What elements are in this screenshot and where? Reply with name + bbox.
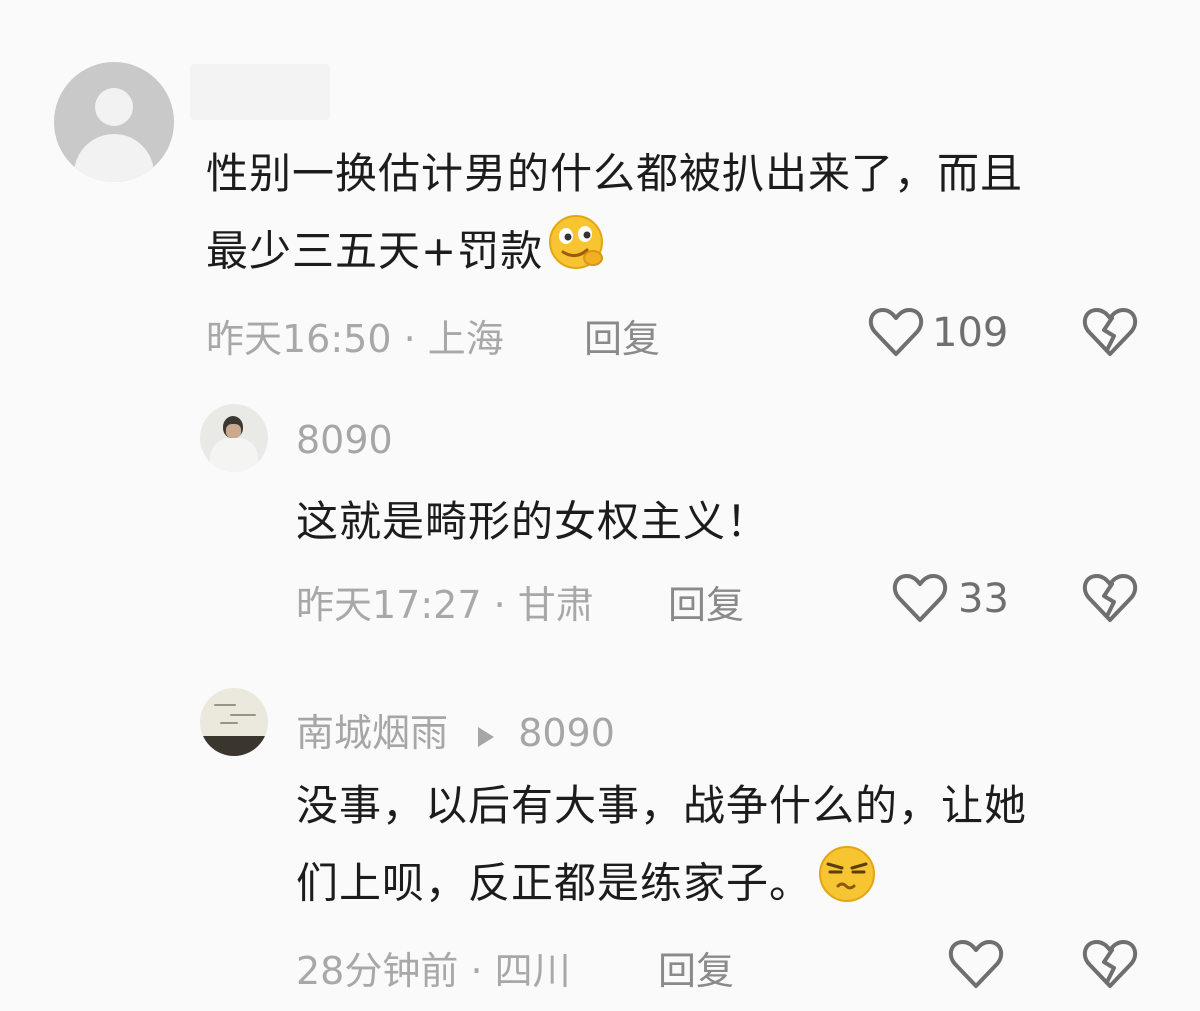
heart-outline-icon[interactable] <box>868 306 924 358</box>
broken-heart-icon[interactable] <box>1082 572 1138 624</box>
comment-line-with-emoji: 们上呗，反正都是练家子。 <box>296 844 1176 928</box>
avatar[interactable] <box>200 688 268 756</box>
comment-location: 甘肃 <box>517 583 594 627</box>
comment-location: 四川 <box>494 949 571 993</box>
play-triangle-icon <box>476 714 496 758</box>
smirk-emoji-icon <box>543 212 609 296</box>
avatar-paper-line <box>214 704 236 706</box>
comment-time: 昨天16:50 <box>206 317 392 361</box>
comment-line: 没事，以后有大事，战争什么的，让她 <box>296 781 1028 830</box>
comment-text: 没事，以后有大事，战争什么的，让她 们上呗，反正都是练家子。 <box>296 768 1176 928</box>
meta-separator: · <box>470 949 483 993</box>
heart-outline-icon[interactable] <box>892 572 948 624</box>
meta-separator: · <box>403 317 416 361</box>
comment-text: 这就是畸形的女权主义！ <box>296 497 770 546</box>
reply-button[interactable]: 回复 <box>584 308 660 363</box>
comment-line-text: 们上呗，反正都是练家子。 <box>296 858 813 908</box>
reply-header: 南城烟雨 8090 <box>296 702 615 758</box>
reply-button[interactable]: 回复 <box>658 940 734 995</box>
squint-emoji-icon <box>816 844 878 928</box>
broken-heart-icon[interactable] <box>1082 938 1138 990</box>
comment-time: 昨天17:27 <box>296 583 482 627</box>
avatar-photo-face <box>226 424 241 438</box>
reply-button[interactable]: 回复 <box>668 574 744 629</box>
comment-meta: 昨天17:27 · 甘肃 <box>296 574 594 629</box>
comment-text: 性别一换估计男的什么都被扒出来了，而且 最少三五天+罚款 <box>206 136 1166 296</box>
comment-line: 性别一换估计男的什么都被扒出来了，而且 <box>206 149 1024 198</box>
comment-line-with-emoji: 最少三五天+罚款 <box>206 212 1166 296</box>
comment-meta: 昨天16:50 · 上海 <box>206 308 504 363</box>
heart-outline-icon[interactable] <box>948 938 1004 990</box>
username[interactable]: 8090 <box>296 418 393 462</box>
comment-location: 上海 <box>427 317 504 361</box>
username[interactable]: 南城烟雨 <box>296 711 448 755</box>
avatar-shoulders-shape <box>74 134 154 182</box>
reply-to-username[interactable]: 8090 <box>518 711 615 755</box>
comment-meta: 28分钟前 · 四川 <box>296 940 571 995</box>
avatar-paper-line <box>220 722 238 724</box>
avatar-photo-body <box>210 438 258 472</box>
broken-heart-icon[interactable] <box>1082 306 1138 358</box>
avatar-paper-line <box>230 714 256 716</box>
avatar[interactable] <box>200 404 268 472</box>
avatar-head-shape <box>95 88 133 126</box>
username-placeholder <box>190 64 330 120</box>
like-count: 33 <box>958 576 1009 622</box>
avatar[interactable] <box>54 62 174 182</box>
comment-time: 28分钟前 <box>296 949 459 993</box>
like-count: 109 <box>932 310 1009 356</box>
comment-line-text: 最少三五天+罚款 <box>206 226 544 276</box>
avatar-paper-shadow <box>200 736 268 756</box>
meta-separator: · <box>493 583 506 627</box>
